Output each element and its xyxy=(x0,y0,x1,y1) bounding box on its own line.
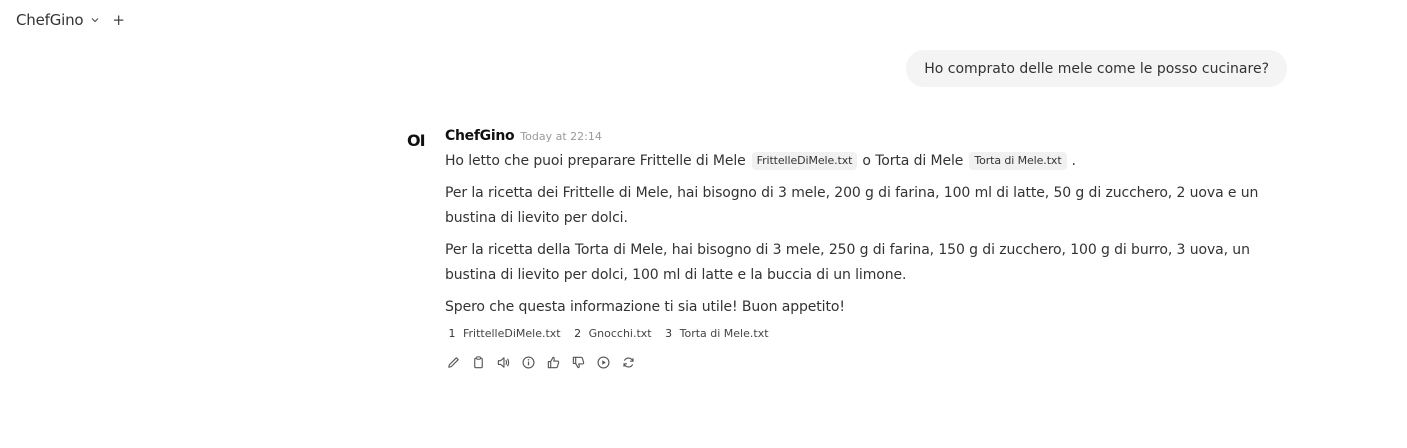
source-name: Torta di Mele.txt xyxy=(679,326,769,340)
message-actions xyxy=(445,350,1295,374)
copy-icon[interactable] xyxy=(470,354,486,370)
citation-chip[interactable]: Torta di Mele.txt xyxy=(969,152,1067,170)
message-paragraph-2: Per la ricetta dei Frittelle di Mele, ha… xyxy=(445,185,1259,226)
source-item[interactable]: 2 Gnocchi.txt xyxy=(571,326,652,340)
user-message-text: Ho comprato delle mele come le posso cuc… xyxy=(924,60,1269,77)
thumbs-down-icon[interactable] xyxy=(570,354,586,370)
citation-chip[interactable]: FrittelleDiMele.txt xyxy=(751,152,858,170)
speaker-icon[interactable] xyxy=(495,354,511,370)
sources-list: 1 FrittelleDiMele.txt 2 Gnocchi.txt 3 To… xyxy=(445,322,1295,344)
thumbs-up-icon[interactable] xyxy=(545,354,561,370)
model-name[interactable]: ChefGino xyxy=(16,11,84,29)
regenerate-icon[interactable] xyxy=(620,354,636,370)
chat-page: ChefGino + Ho comprato delle mele come l… xyxy=(0,0,1407,448)
message-header: ChefGino Today at 22:14 xyxy=(445,128,1295,146)
message-paragraph-3: Per la ricetta della Torta di Mele, hai … xyxy=(445,242,1250,283)
message-timestamp: Today at 22:14 xyxy=(520,130,602,143)
source-name: FrittelleDiMele.txt xyxy=(463,326,561,340)
assistant-name: ChefGino xyxy=(445,128,515,144)
model-selector[interactable]: ChefGino + xyxy=(16,9,125,31)
info-icon[interactable] xyxy=(520,354,536,370)
paragraph-text: o Torta di Mele xyxy=(862,152,964,169)
assistant-avatar: OI xyxy=(407,131,426,150)
new-model-button[interactable]: + xyxy=(112,12,125,28)
user-message-bubble: Ho comprato delle mele come le posso cuc… xyxy=(906,50,1287,87)
source-number: 1 xyxy=(448,326,456,340)
assistant-message: ChefGino Today at 22:14 Ho letto che puo… xyxy=(445,128,1295,374)
paragraph-text: . xyxy=(1071,152,1076,169)
source-number: 2 xyxy=(574,326,582,340)
message-paragraph-1: Ho letto che puoi preparare Frittelle di… xyxy=(445,148,1295,174)
source-number: 3 xyxy=(665,326,673,340)
chevron-down-icon[interactable] xyxy=(90,15,100,25)
paragraph-text: Ho letto che puoi preparare Frittelle di… xyxy=(445,152,746,169)
source-name: Gnocchi.txt xyxy=(588,326,652,340)
edit-icon[interactable] xyxy=(445,354,461,370)
message-paragraph-4: Spero che questa informazione ti sia uti… xyxy=(445,299,845,315)
source-item[interactable]: 3 Torta di Mele.txt xyxy=(662,326,769,340)
source-item[interactable]: 1 FrittelleDiMele.txt xyxy=(445,327,561,340)
play-icon[interactable] xyxy=(595,354,611,370)
